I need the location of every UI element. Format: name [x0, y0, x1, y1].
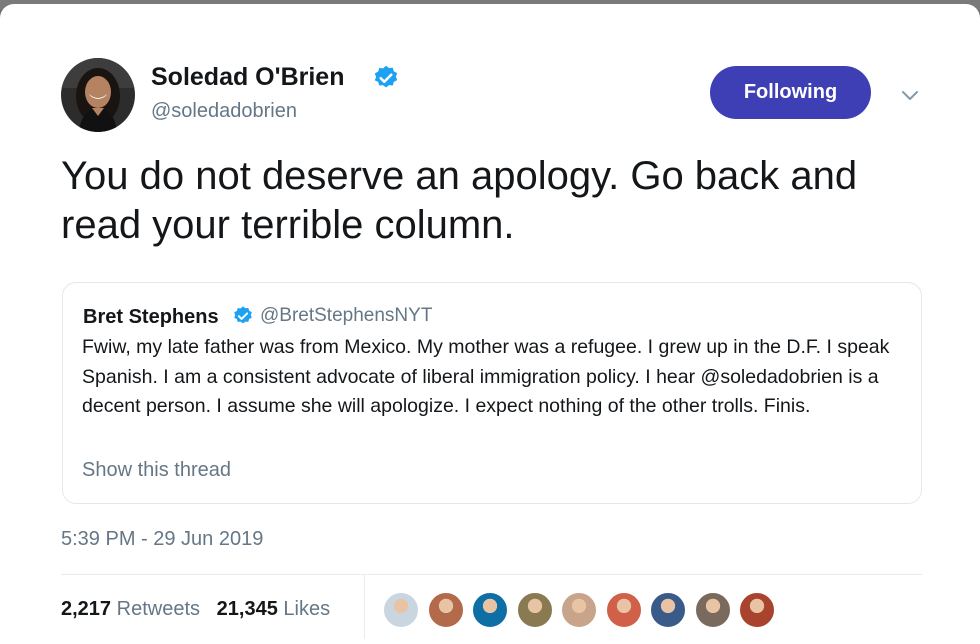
quoted-tweet[interactable]: Bret Stephens @BretStephensNYT Fwiw, my … [62, 282, 922, 504]
quoted-author-handle: @BretStephensNYT [260, 305, 433, 326]
tweet-card: Soledad O'Brien @soledadobrien Following… [0, 4, 980, 644]
likes-stat[interactable]: 21,345 Likes [217, 598, 330, 620]
quoted-author-name: Bret Stephens [83, 306, 219, 328]
show-thread-link[interactable]: Show this thread [82, 459, 231, 482]
chevron-down-icon[interactable] [898, 83, 922, 107]
verified-badge-icon [374, 65, 398, 88]
liker-avatar-1[interactable] [383, 592, 419, 628]
stats-divider [61, 574, 922, 575]
author-name[interactable]: Soledad O'Brien [151, 63, 344, 92]
retweets-stat[interactable]: 2,217 Retweets [61, 598, 200, 620]
liker-avatar-5[interactable] [561, 592, 597, 628]
liker-avatar-2[interactable] [427, 592, 464, 628]
quoted-tweet-text: Fwiw, my late father was from Mexico. My… [82, 336, 890, 417]
author-avatar[interactable] [61, 58, 135, 132]
tweet-text: You do not deserve an apology. Go back a… [61, 154, 858, 247]
liker-avatars [383, 592, 784, 628]
stats-vertical-divider [364, 575, 365, 639]
author-avatar-image [61, 58, 135, 132]
retweets-count: 2,217 [61, 598, 112, 620]
following-button[interactable]: Following [710, 66, 871, 119]
tweet-stats: 2,217 Retweets 21,345 Likes [61, 598, 330, 621]
liker-avatar-4[interactable] [516, 592, 553, 628]
liker-avatar-8[interactable] [694, 592, 731, 628]
tweet-timestamp[interactable]: 5:39 PM - 29 Jun 2019 [61, 528, 263, 551]
likes-count: 21,345 [216, 598, 278, 620]
liker-avatar-9[interactable] [739, 592, 775, 628]
author-handle[interactable]: @soledadobrien [151, 100, 297, 123]
verified-badge-icon [234, 306, 252, 324]
liker-avatar-3[interactable] [472, 592, 508, 628]
likes-label: Likes [283, 598, 331, 620]
liker-avatar-6[interactable] [605, 592, 642, 628]
liker-avatar-7[interactable] [650, 592, 686, 628]
retweets-label: Retweets [116, 598, 200, 620]
